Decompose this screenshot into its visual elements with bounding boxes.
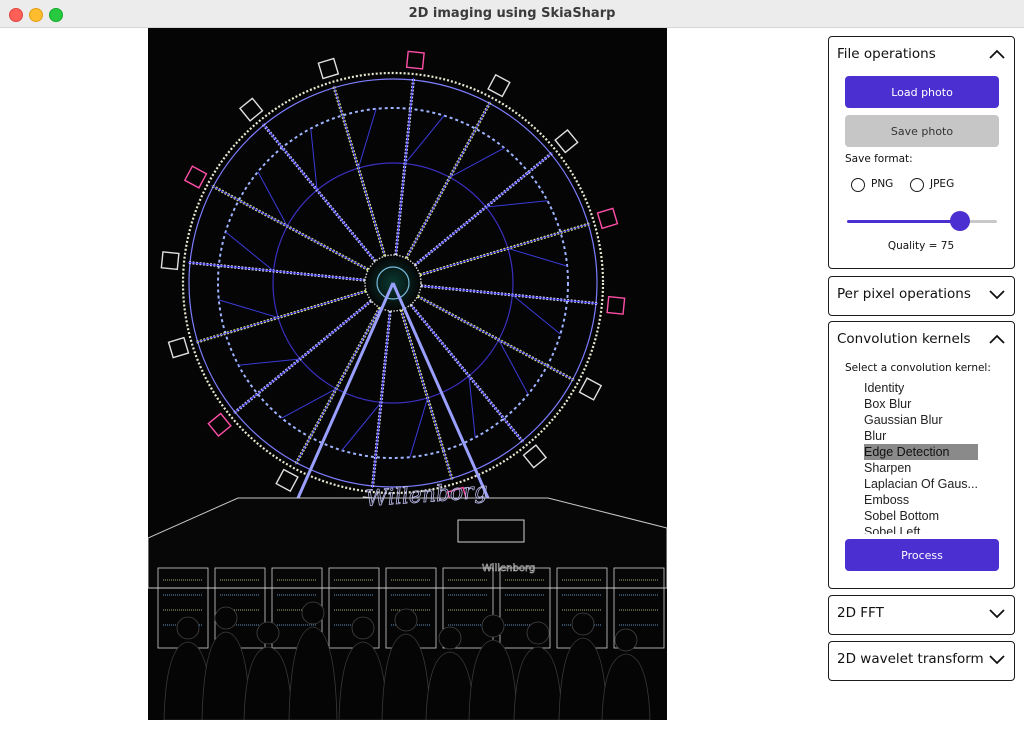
- per-pixel-operations-title: Per pixel operations: [837, 286, 971, 302]
- kernel-list[interactable]: Identity Box Blur Gaussian Blur Blur Edg…: [845, 380, 1005, 534]
- fft-header[interactable]: 2D FFT: [829, 596, 1014, 632]
- wavelet-header[interactable]: 2D wavelet transform: [829, 642, 1014, 678]
- kernel-item-box-blur[interactable]: Box Blur: [864, 396, 978, 412]
- booth-roof: [148, 497, 667, 589]
- person-head: [438, 626, 462, 650]
- ferris-wheel-image: Willenborg Willenborg: [148, 28, 667, 720]
- quality-slider-fill: [847, 220, 960, 223]
- convolution-kernels-header[interactable]: Convolution kernels: [829, 322, 1014, 358]
- save-photo-button[interactable]: Save photo: [845, 115, 999, 147]
- person-head: [394, 608, 418, 632]
- chevron-down-icon[interactable]: [989, 607, 1005, 619]
- per-pixel-operations-header[interactable]: Per pixel operations: [829, 277, 1014, 313]
- convolution-kernels-title: Convolution kernels: [837, 331, 971, 347]
- kernel-item-emboss[interactable]: Emboss: [864, 492, 978, 508]
- convolution-kernels-panel: Convolution kernels Select a convolution…: [828, 321, 1015, 589]
- jpeg-radio[interactable]: [910, 178, 924, 192]
- file-operations-panel: File operations Load photo Save photo Sa…: [828, 36, 1015, 269]
- person-head: [301, 601, 325, 625]
- load-photo-button[interactable]: Load photo: [845, 76, 999, 108]
- person-head: [214, 606, 238, 630]
- person-head: [481, 614, 505, 638]
- kernel-item-identity[interactable]: Identity: [864, 380, 978, 396]
- wavelet-panel: 2D wavelet transform: [828, 641, 1015, 681]
- chevron-up-icon[interactable]: [989, 48, 1005, 60]
- person-head: [571, 612, 595, 636]
- person-head: [176, 616, 200, 640]
- per-pixel-operations-panel: Per pixel operations: [828, 276, 1015, 316]
- kiosk-sign-text: Willenborg: [482, 563, 535, 574]
- app-window: 2D imaging using SkiaSharp Willenborg Wi…: [0, 0, 1024, 747]
- file-operations-title: File operations: [837, 46, 936, 62]
- person-head: [256, 621, 280, 645]
- person-head: [526, 621, 550, 645]
- process-button[interactable]: Process: [845, 539, 999, 571]
- title-bar: 2D imaging using SkiaSharp: [0, 0, 1024, 28]
- kernel-item-gaussian-blur[interactable]: Gaussian Blur: [864, 412, 978, 428]
- window-title: 2D imaging using SkiaSharp: [408, 6, 616, 21]
- chevron-down-icon[interactable]: [989, 653, 1005, 665]
- person-head: [351, 616, 375, 640]
- kernel-item-sobel-bottom[interactable]: Sobel Bottom: [864, 508, 978, 524]
- kernel-item-sobel-left[interactable]: Sobel Left: [864, 524, 978, 534]
- select-kernel-label: Select a convolution kernel:: [845, 362, 991, 374]
- png-radio[interactable]: [851, 178, 865, 192]
- person-head: [614, 628, 638, 652]
- fft-title: 2D FFT: [837, 605, 884, 621]
- wavelet-title: 2D wavelet transform: [837, 651, 984, 667]
- crowd-silhouettes: [163, 601, 651, 720]
- kernel-item-blur[interactable]: Blur: [864, 428, 978, 444]
- file-operations-header[interactable]: File operations: [829, 37, 1014, 73]
- jpeg-radio-label: JPEG: [930, 178, 955, 190]
- chevron-down-icon[interactable]: [989, 288, 1005, 300]
- chevron-up-icon[interactable]: [989, 333, 1005, 345]
- fft-panel: 2D FFT: [828, 595, 1015, 635]
- kernel-item-laplacian-of-gaussian[interactable]: Laplacian Of Gaus...: [864, 476, 978, 492]
- processed-image: Willenborg Willenborg: [148, 28, 667, 720]
- quality-slider-thumb[interactable]: [950, 211, 970, 231]
- quality-label: Quality = 75: [887, 240, 955, 252]
- quality-slider[interactable]: [847, 211, 997, 231]
- save-format-label: Save format:: [845, 153, 913, 165]
- png-radio-label: PNG: [871, 178, 894, 190]
- kernel-item-sharpen[interactable]: Sharpen: [864, 460, 978, 476]
- kernel-item-edge-detection[interactable]: Edge Detection: [864, 444, 978, 460]
